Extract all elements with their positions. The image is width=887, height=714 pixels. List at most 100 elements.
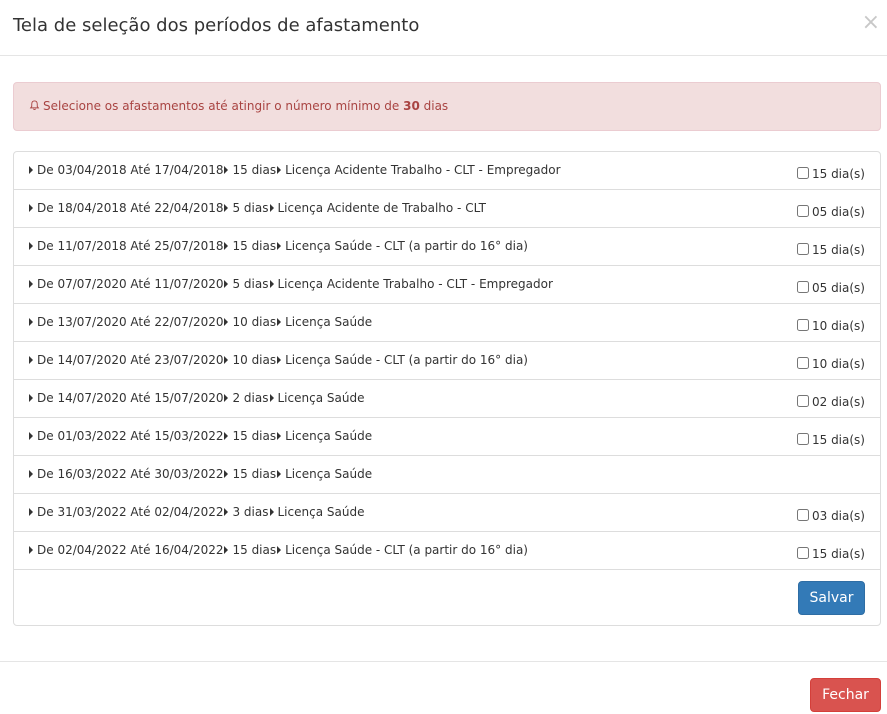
close-button[interactable]: Fechar	[810, 678, 881, 712]
caret-right-icon	[29, 166, 33, 174]
period-checkbox[interactable]	[796, 509, 809, 521]
period-type: Licença Acidente de Trabalho - CLT	[277, 201, 486, 215]
period-type: Licença Saúde - CLT (a partir do 16° dia…	[285, 353, 528, 367]
period-description: De 14/07/2020 Até 23/07/2020 10 dias Licen…	[28, 353, 528, 367]
alert-text-end: dias	[423, 99, 449, 113]
period-checkbox-label[interactable]: 05 dia(s)	[796, 281, 865, 295]
caret-right-icon	[224, 166, 229, 174]
period-checkbox[interactable]	[796, 243, 809, 255]
period-checkbox-text: 10 dia(s)	[811, 357, 865, 371]
periods-list: De 03/04/2018 Até 17/04/2018 15 dias Licen…	[14, 152, 880, 570]
list-item: De 03/04/2018 Até 17/04/2018 15 dias Licen…	[14, 152, 880, 190]
caret-right-icon	[29, 470, 33, 478]
caret-right-icon	[277, 318, 282, 326]
period-type: Licença Saúde - CLT (a partir do 16° dia…	[285, 239, 528, 253]
period-checkbox-text: 15 dia(s)	[811, 433, 865, 447]
period-checkbox[interactable]	[796, 547, 809, 559]
period-checkbox-label[interactable]: 02 dia(s)	[796, 395, 865, 409]
period-description: De 01/03/2022 Até 15/03/2022 15 dias Licen…	[28, 429, 372, 443]
period-days: 10 dias	[232, 353, 277, 367]
period-dates: De 31/03/2022 Até 02/04/2022	[37, 505, 224, 519]
caret-right-icon	[277, 356, 282, 364]
period-checkbox-label[interactable]: 15 dia(s)	[796, 547, 865, 561]
period-days: 5 dias	[232, 201, 269, 215]
close-icon[interactable]: ×	[862, 12, 880, 34]
period-checkbox[interactable]	[796, 167, 809, 179]
period-days: 15 dias	[232, 467, 277, 481]
modal-title: Tela de seleção dos períodos de afastame…	[13, 15, 420, 36]
list-item: De 02/04/2022 Até 16/04/2022 15 dias Licen…	[14, 532, 880, 570]
caret-right-icon	[29, 546, 33, 554]
list-item: De 18/04/2018 Até 22/04/2018 5 dias Licenç…	[14, 190, 880, 228]
list-item: De 14/07/2020 Até 15/07/2020 2 dias Licenç…	[14, 380, 880, 418]
period-checkbox[interactable]	[796, 395, 809, 407]
period-days: 15 dias	[232, 239, 277, 253]
caret-right-icon	[29, 394, 33, 402]
period-checkbox-text: 10 dia(s)	[811, 319, 865, 333]
period-checkbox[interactable]	[796, 319, 809, 331]
period-checkbox-label[interactable]: 10 dia(s)	[796, 357, 865, 371]
period-checkbox-text: 15 dia(s)	[811, 547, 865, 561]
period-description: De 31/03/2022 Até 02/04/2022 3 dias Licenç…	[28, 505, 364, 519]
period-checkbox-label[interactable]: 15 dia(s)	[796, 433, 865, 447]
list-item: De 11/07/2018 Até 25/07/2018 15 dias Licen…	[14, 228, 880, 266]
caret-right-icon	[277, 166, 282, 174]
period-checkbox[interactable]	[796, 357, 809, 369]
period-dates: De 14/07/2020 Até 23/07/2020	[37, 353, 224, 367]
period-checkbox[interactable]	[796, 281, 809, 293]
period-checkbox-label[interactable]: 05 dia(s)	[796, 205, 865, 219]
caret-right-icon	[224, 470, 229, 478]
caret-right-icon	[224, 432, 229, 440]
periods-panel: De 03/04/2018 Até 17/04/2018 15 dias Licen…	[13, 151, 881, 626]
caret-right-icon	[277, 546, 282, 554]
caret-right-icon	[224, 546, 229, 554]
period-checkbox-label[interactable]: 15 dia(s)	[796, 167, 865, 181]
period-days: 15 dias	[232, 543, 277, 557]
period-dates: De 02/04/2022 Até 16/04/2022	[37, 543, 224, 557]
period-checkbox-label[interactable]: 15 dia(s)	[796, 243, 865, 257]
save-button[interactable]: Salvar	[798, 581, 865, 615]
period-description: De 14/07/2020 Até 15/07/2020 2 dias Licenç…	[28, 391, 364, 405]
period-checkbox[interactable]	[796, 433, 809, 445]
period-type: Licença Saúde - CLT (a partir do 16° dia…	[285, 543, 528, 557]
period-description: De 18/04/2018 Até 22/04/2018 5 dias Licenç…	[28, 201, 486, 215]
period-description: De 11/07/2018 Até 25/07/2018 15 dias Licen…	[28, 239, 528, 253]
period-type: Licença Acidente Trabalho - CLT - Empreg…	[285, 163, 561, 177]
list-item: De 31/03/2022 Até 02/04/2022 3 dias Licenç…	[14, 494, 880, 532]
period-dates: De 16/03/2022 Até 30/03/2022	[37, 467, 224, 481]
period-checkbox[interactable]	[796, 205, 809, 217]
caret-right-icon	[224, 242, 229, 250]
caret-right-icon	[269, 204, 274, 212]
period-checkbox-label[interactable]: 03 dia(s)	[796, 509, 865, 523]
caret-right-icon	[29, 318, 33, 326]
caret-right-icon	[224, 280, 229, 288]
list-item: De 01/03/2022 Até 15/03/2022 15 dias Licen…	[14, 418, 880, 456]
period-description: De 13/07/2020 Até 22/07/2020 10 dias Licen…	[28, 315, 372, 329]
period-description: De 03/04/2018 Até 17/04/2018 15 dias Licen…	[28, 163, 561, 177]
caret-right-icon	[224, 356, 229, 364]
list-item: De 14/07/2020 Até 23/07/2020 10 dias Licen…	[14, 342, 880, 380]
period-days: 10 dias	[232, 315, 277, 329]
caret-right-icon	[224, 204, 229, 212]
alert-message: Selecione os afastamentos até atingir o …	[13, 82, 881, 131]
caret-right-icon	[29, 508, 33, 516]
alert-text: Selecione os afastamentos até atingir o …	[43, 99, 400, 113]
period-description: De 07/07/2020 Até 11/07/2020 5 dias Licenç…	[28, 277, 553, 291]
period-dates: De 13/07/2020 Até 22/07/2020	[37, 315, 224, 329]
period-days: 3 dias	[232, 505, 269, 519]
modal-footer: Fechar	[0, 661, 887, 714]
period-description: De 02/04/2022 Até 16/04/2022 15 dias Licen…	[28, 543, 528, 557]
caret-right-icon	[269, 280, 274, 288]
period-dates: De 03/04/2018 Até 17/04/2018	[37, 163, 224, 177]
period-days: 2 dias	[232, 391, 269, 405]
period-checkbox-text: 15 dia(s)	[811, 243, 865, 257]
caret-right-icon	[29, 242, 33, 250]
period-type: Licença Saúde	[277, 505, 365, 519]
period-days: 15 dias	[232, 163, 277, 177]
period-type: Licença Saúde	[285, 467, 373, 481]
caret-right-icon	[277, 470, 282, 478]
period-checkbox-text: 02 dia(s)	[811, 395, 865, 409]
caret-right-icon	[29, 280, 33, 288]
period-type: Licença Saúde	[277, 391, 365, 405]
period-checkbox-label[interactable]: 10 dia(s)	[796, 319, 865, 333]
